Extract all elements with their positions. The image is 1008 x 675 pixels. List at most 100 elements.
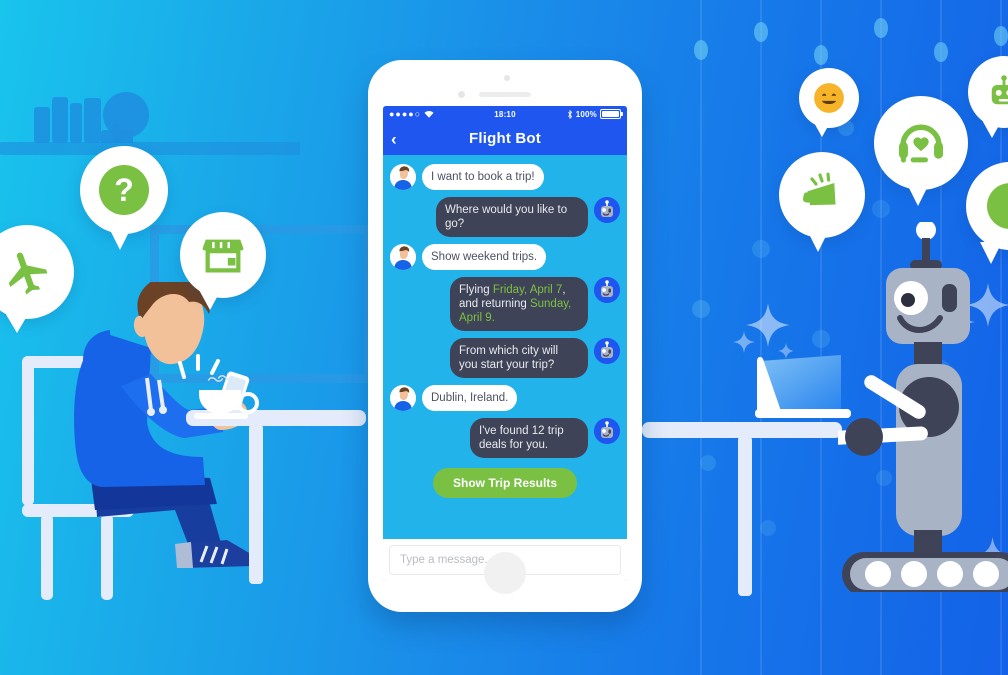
robot-wheel	[937, 561, 963, 587]
chair-leg	[41, 514, 53, 600]
dot	[874, 18, 888, 38]
message-row-bot: Where would you like to go?	[390, 197, 620, 238]
illustration-scene: 〜 〜 ? ●●●●○ 18:10 100% ‹ Flight Bot I wa…	[0, 0, 1008, 675]
cup-saucer	[194, 413, 248, 419]
msg-seg-highlight: Friday, April 7	[492, 284, 563, 297]
message-row-bot: From which city will you start your trip…	[390, 338, 620, 379]
sparkle-small	[778, 343, 794, 359]
bubble-tail	[980, 242, 1002, 264]
user-avatar	[390, 385, 416, 412]
sparkle-medium	[733, 331, 755, 353]
back-button[interactable]: ‹	[391, 130, 397, 147]
hoodie-string-tip	[159, 406, 167, 414]
phone-shadow	[384, 608, 626, 619]
dot	[814, 45, 828, 65]
bot-avatar	[594, 277, 620, 304]
question-mark-icon: ?	[99, 165, 149, 215]
book	[52, 97, 68, 143]
robot-illustration	[838, 222, 1008, 592]
signal-dots-icon: ●●●●○	[389, 109, 422, 119]
robot-pupil	[901, 293, 915, 307]
chair-back-post	[22, 356, 34, 506]
bubble-tail	[813, 121, 831, 137]
message-row-bot: I've found 12 trip deals for you.	[390, 418, 620, 459]
msg-seg-plain: Flying	[459, 284, 493, 297]
status-bar: ●●●●○ 18:10 100%	[383, 106, 627, 122]
battery-percent: 100%	[575, 109, 597, 119]
wifi-icon	[424, 111, 434, 118]
dot	[754, 22, 768, 42]
phone-screen: ●●●●○ 18:10 100% ‹ Flight Bot I want to …	[383, 106, 627, 581]
sparkle-large	[746, 303, 790, 347]
megaphone-icon	[802, 172, 836, 206]
green-circle-icon	[987, 183, 1008, 229]
bubble-tail	[906, 182, 930, 206]
book	[84, 98, 101, 143]
question-bubble[interactable]: ?	[80, 146, 168, 250]
dot	[872, 200, 890, 218]
robot-wheel	[973, 561, 999, 587]
dot	[700, 455, 716, 471]
page-title: Flight Bot	[469, 130, 541, 147]
steam-icon: 〜	[217, 369, 234, 388]
proximity-sensor-icon	[504, 75, 510, 81]
show-trip-results-button[interactable]: Show Trip Results	[432, 468, 577, 499]
dot	[694, 40, 708, 60]
book	[34, 107, 50, 143]
store-bubble[interactable]	[180, 212, 266, 310]
message-bubble-user: Show weekend trips.	[422, 244, 547, 271]
front-camera-icon	[458, 91, 465, 98]
dot	[692, 300, 710, 318]
message-bubble-bot-dates: Flying Friday, April 7, and returning Su…	[450, 277, 588, 332]
person-sock	[175, 542, 193, 568]
battery-icon	[600, 109, 623, 119]
status-right: 100%	[516, 109, 623, 119]
smiley-bubble[interactable]	[799, 68, 859, 137]
user-avatar	[390, 244, 416, 271]
bubble-tail	[198, 288, 222, 310]
message-bubble-bot: Where would you like to go?	[436, 197, 588, 238]
message-bubble-bot: From which city will you start your trip…	[450, 338, 588, 379]
robot-wheel	[865, 561, 891, 587]
message-row-user: I want to book a trip!	[390, 164, 620, 191]
robot-wheel	[901, 561, 927, 587]
bubble-tail	[807, 230, 829, 252]
headset-heart-icon	[898, 124, 944, 163]
airplane-icon	[8, 252, 48, 295]
sparkles	[733, 303, 794, 359]
status-left: ●●●●○	[389, 109, 494, 119]
robot-antenna-tip	[916, 222, 936, 240]
status-time: 18:10	[494, 109, 516, 119]
storefront-icon	[202, 239, 244, 273]
plant-pot	[101, 130, 133, 143]
bluetooth-icon	[567, 109, 572, 119]
smiling-face-icon	[814, 83, 844, 113]
robot-bubble[interactable]	[968, 56, 1008, 138]
message-row-user: Show weekend trips.	[390, 244, 620, 271]
dot	[752, 240, 770, 258]
home-button[interactable]	[484, 552, 526, 594]
headset-heart-bubble[interactable]	[874, 96, 968, 206]
message-bubble-user: I want to book a trip!	[422, 164, 544, 191]
bubble-tail	[982, 120, 1002, 138]
message-bubble-bot: I've found 12 trip deals for you.	[470, 418, 588, 459]
nav-bar: ‹ Flight Bot	[383, 122, 627, 155]
chat-thread[interactable]: I want to book a trip! Where would you l…	[383, 155, 627, 539]
message-row-bot: Flying Friday, April 7, and returning Su…	[390, 277, 620, 332]
robot-elbow-joint	[845, 418, 883, 456]
laptop-base	[755, 409, 851, 418]
bubble-tail	[108, 226, 132, 250]
bot-avatar	[594, 197, 620, 224]
smartphone-mockup: ●●●●○ 18:10 100% ‹ Flight Bot I want to …	[368, 60, 642, 619]
dot	[994, 26, 1008, 46]
dot	[934, 42, 948, 62]
robot-ear-module	[942, 284, 957, 312]
dot	[812, 330, 830, 348]
table-leg	[249, 424, 263, 584]
wall-shelf	[0, 142, 300, 155]
cup-handle	[237, 392, 259, 414]
bot-avatar	[594, 338, 620, 365]
bubble-tail	[4, 311, 30, 333]
megaphone-bubble[interactable]	[779, 152, 865, 252]
message-row-user: Dublin, Ireland.	[390, 385, 620, 412]
